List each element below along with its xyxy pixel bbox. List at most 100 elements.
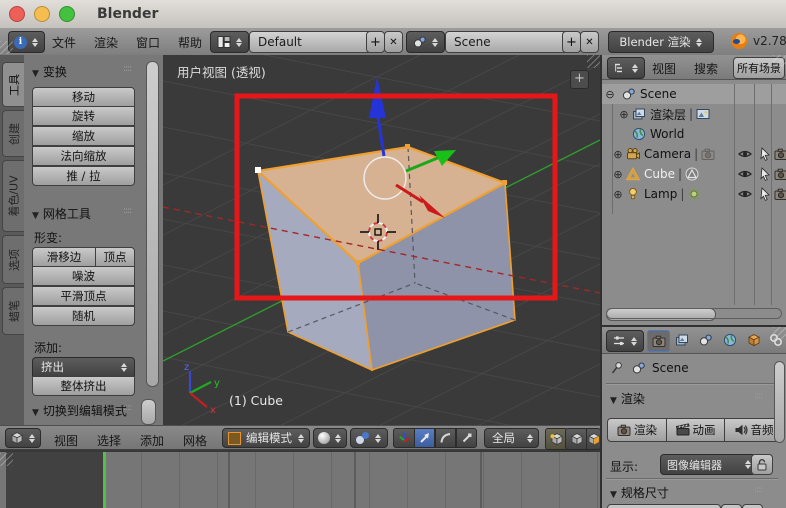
toolshelf-scrollbar[interactable] (146, 61, 159, 387)
scale-normal-button[interactable]: 法向缩放 (32, 146, 135, 166)
area-corner-grip[interactable] (773, 55, 786, 68)
editor-type-properties-button[interactable] (606, 330, 644, 352)
panel-grip-icon[interactable]: :::: (123, 206, 132, 216)
dimensions-preset-dropdown[interactable] (607, 504, 721, 508)
tab-scene-context[interactable] (695, 330, 716, 350)
outliner-row-renderlayers[interactable]: ⊕ 渲染层 | (602, 104, 786, 124)
panel-grip-icon[interactable]: :::: (754, 485, 763, 495)
expand-toggle-icon[interactable]: ⊕ (612, 168, 624, 181)
tab-tools[interactable]: 工具 (2, 62, 24, 107)
preset-add-button[interactable] (721, 504, 742, 508)
lock-interface-button[interactable] (751, 454, 773, 475)
render-panel-header[interactable]: ▼ 渲染 (610, 390, 645, 407)
area-corner-grip[interactable] (0, 453, 13, 466)
minimize-window-button[interactable] (34, 6, 50, 22)
transform-panel-header[interactable]: ▼ 变换 (32, 63, 67, 80)
pivot-point-dropdown[interactable] (350, 428, 388, 448)
outliner-row-scene[interactable]: ⊖ Scene (602, 84, 786, 104)
area-corner-grip[interactable] (773, 327, 786, 340)
add-layout-button[interactable]: + (366, 31, 385, 53)
add-scene-button[interactable]: + (562, 31, 581, 53)
visibility-eye-icon[interactable] (738, 167, 752, 181)
renderability-camera-icon[interactable] (774, 147, 786, 161)
manipulator-scale-button[interactable] (456, 428, 477, 448)
menu-select[interactable]: 选择 (97, 432, 121, 449)
tab-shading-uv[interactable]: 着色/UV (2, 160, 24, 232)
panel-grip-icon[interactable]: :::: (123, 64, 132, 74)
randomize-button[interactable]: 随机 (32, 306, 135, 326)
menu-outliner-view[interactable]: 视图 (652, 60, 676, 77)
menu-help[interactable]: 帮助 (178, 34, 202, 51)
face-select-mode-button[interactable] (586, 428, 601, 450)
visibility-eye-icon[interactable] (738, 147, 752, 161)
viewport-3d[interactable]: z y x 用户视图 (透视) (1) Cube + (163, 55, 600, 425)
screen-layout-selector[interactable] (210, 31, 249, 53)
editor-type-info-button[interactable]: i (8, 31, 45, 53)
selectability-cursor-icon[interactable] (758, 187, 772, 201)
translate-button[interactable]: 移动 (32, 87, 135, 107)
extrude-region-button[interactable]: 整体挤出 (32, 376, 135, 396)
smooth-vertex-button[interactable]: 平滑顶点 (32, 286, 135, 306)
selectability-cursor-icon[interactable] (758, 167, 772, 181)
push-pull-button[interactable]: 推 / 拉 (32, 166, 135, 186)
tab-render-layers-context[interactable] (671, 330, 692, 350)
manipulator-toggle-button[interactable] (393, 428, 415, 448)
open-properties-region-button[interactable]: + (570, 70, 589, 89)
screen-layout-name-field[interactable]: Default (249, 31, 374, 53)
outliner-hscrollbar-track[interactable] (606, 308, 782, 319)
maximize-window-button[interactable] (59, 6, 75, 22)
outliner-row-lamp[interactable]: ⊕ Lamp | (602, 184, 786, 204)
pin-icon[interactable] (610, 361, 624, 375)
close-layout-button[interactable]: ✕ (384, 31, 403, 53)
panel-grip-icon[interactable]: :::: (754, 391, 763, 401)
tab-options[interactable]: 选项 (2, 235, 24, 284)
dimensions-panel-header[interactable]: ▼ 规格尺寸 (610, 484, 669, 501)
render-still-button[interactable]: 渲染 (607, 418, 667, 442)
expand-toggle-icon[interactable]: ⊕ (612, 148, 624, 161)
active-vertex[interactable] (255, 167, 261, 173)
outliner-row-cube[interactable]: ⊕ Cube | (602, 164, 786, 184)
expand-toggle-icon[interactable]: ⊕ (612, 188, 624, 201)
outliner-row-camera[interactable]: ⊕ Camera | (602, 144, 786, 164)
viewport-shading-dropdown[interactable] (313, 428, 347, 448)
vertex-slide-button[interactable]: 顶点 (95, 247, 135, 267)
scene-selector[interactable] (406, 31, 445, 53)
toggle-editmode-panel-header[interactable]: ▼ 切换到编辑模式 (32, 402, 127, 419)
timeline-editor[interactable] (0, 450, 600, 508)
rotate-button[interactable]: 旋转 (32, 106, 135, 126)
collapse-toggle-icon[interactable]: ⊖ (604, 88, 616, 101)
menu-file[interactable]: 文件 (52, 34, 76, 51)
menu-outliner-search[interactable]: 搜索 (694, 60, 718, 77)
tab-render-context[interactable] (647, 330, 670, 352)
menu-add[interactable]: 添加 (140, 432, 164, 449)
outliner-row-world[interactable]: World (602, 124, 786, 144)
expand-toggle-icon[interactable]: ⊕ (618, 108, 630, 121)
menu-view[interactable]: 视图 (54, 432, 78, 449)
editor-type-3dview-button[interactable] (5, 428, 41, 448)
close-scene-button[interactable]: ✕ (580, 31, 599, 53)
manipulator-translate-button[interactable] (414, 428, 435, 448)
area-corner-grip[interactable] (587, 55, 600, 68)
extrude-dropdown[interactable]: 挤出 (32, 357, 135, 377)
scale-button[interactable]: 缩放 (32, 126, 135, 146)
renderability-camera-icon[interactable] (774, 167, 786, 181)
display-mode-dropdown[interactable]: 图像编辑器 (660, 454, 756, 475)
cube-object[interactable] (255, 144, 516, 372)
panel-grip-icon[interactable]: :::: (123, 403, 132, 413)
noise-button[interactable]: 噪波 (32, 266, 135, 286)
panel-handle[interactable] (141, 399, 156, 425)
area-corner-grip[interactable] (0, 41, 13, 54)
tab-world-context[interactable] (719, 330, 740, 350)
menu-render[interactable]: 渲染 (94, 34, 118, 51)
editor-type-outliner-button[interactable] (607, 57, 645, 79)
selectability-cursor-icon[interactable] (758, 147, 772, 161)
renderability-camera-icon[interactable] (774, 187, 786, 201)
tab-create[interactable]: 创建 (2, 110, 24, 157)
tab-object-context[interactable] (743, 330, 764, 350)
manipulator-rotate-button[interactable] (435, 428, 456, 448)
scene-name-field[interactable]: Scene (445, 31, 570, 53)
meshtools-panel-header[interactable]: ▼ 网格工具 (32, 205, 91, 222)
render-animation-button[interactable]: 动画 (666, 418, 725, 442)
properties-vscrollbar[interactable] (774, 361, 785, 443)
menu-window[interactable]: 窗口 (136, 34, 160, 51)
